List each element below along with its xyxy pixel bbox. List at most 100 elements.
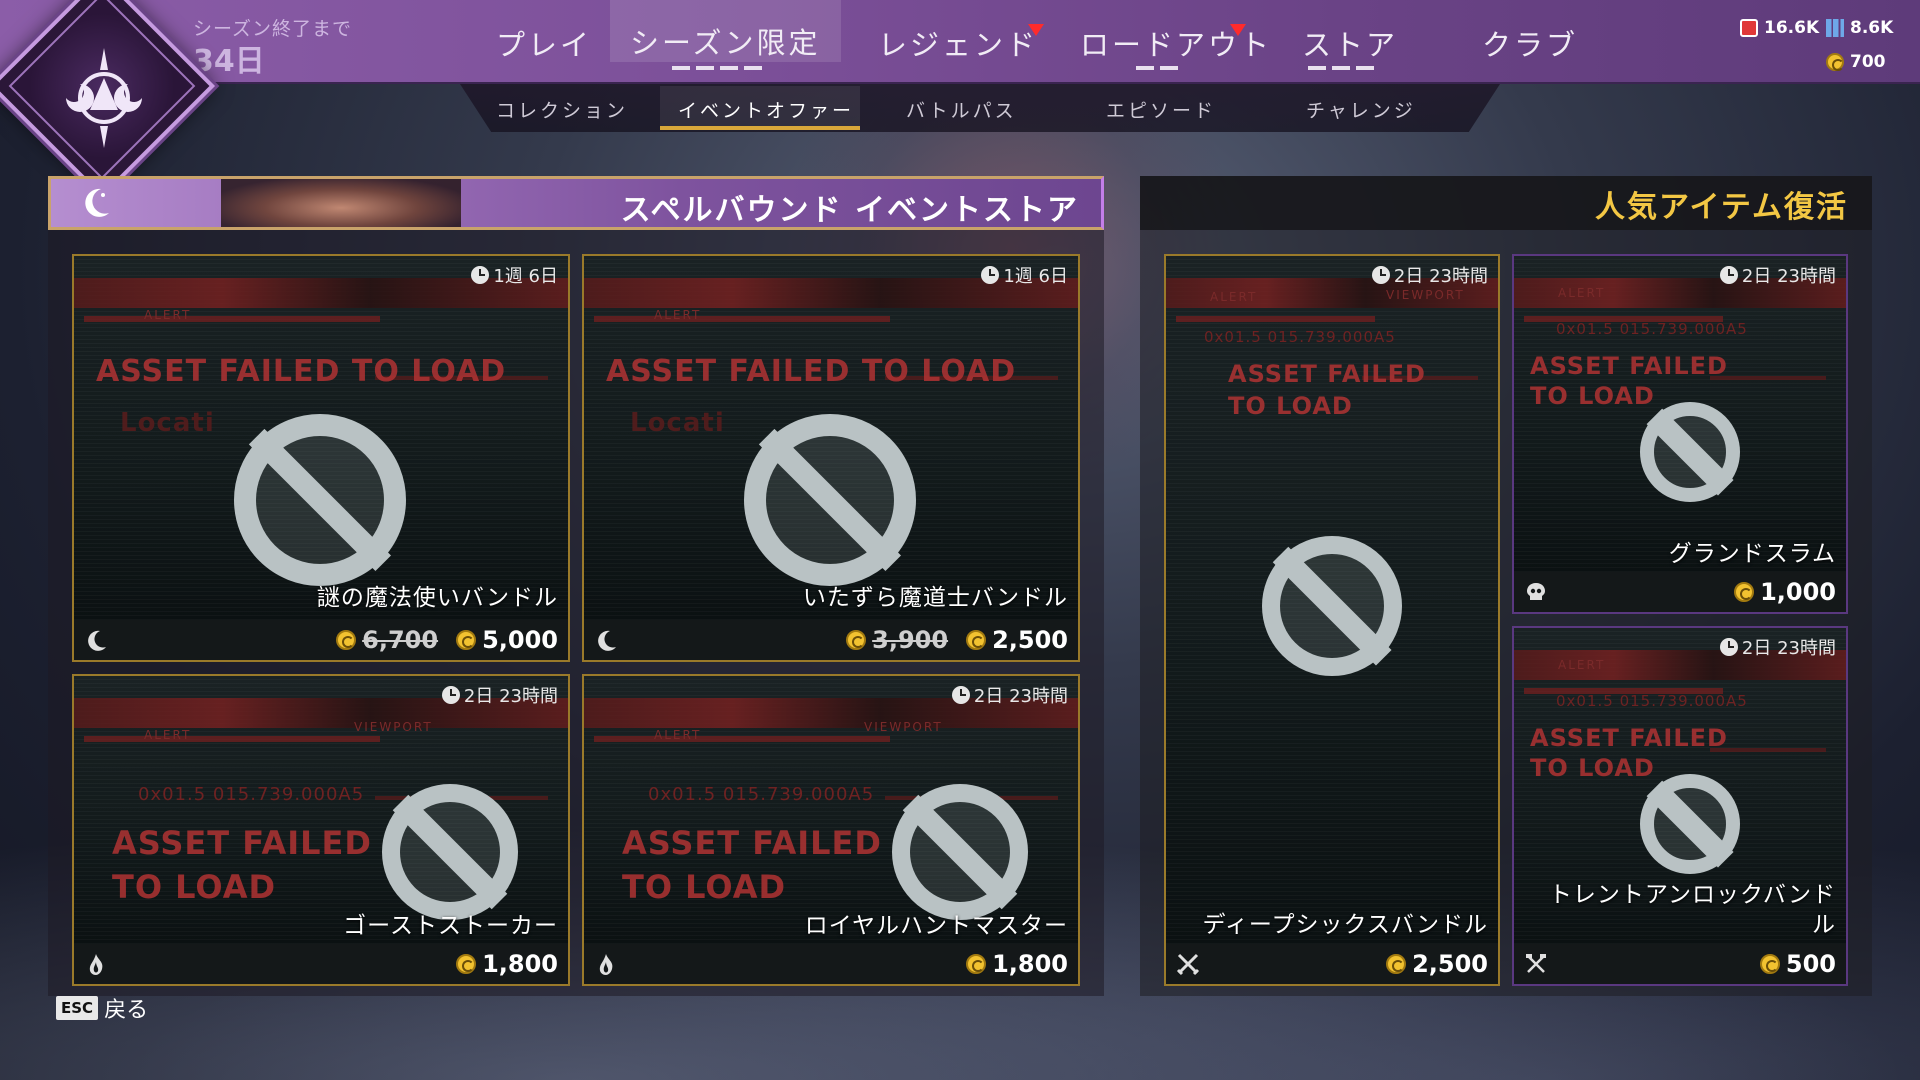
- item-price: 2,500: [1386, 950, 1488, 978]
- item-timer: 2日 23時間: [441, 682, 558, 708]
- item-name: ロイヤルハントマスター: [804, 913, 1068, 939]
- art-code-text: 0x01.5 015.739.000A5: [1556, 320, 1748, 338]
- art-code-text: 0x01.5 015.739.000A5: [1556, 692, 1748, 710]
- nav-season-limited-indicator: [672, 66, 762, 70]
- subnav-event-offers[interactable]: イベントオファー: [678, 96, 854, 123]
- art-code-text: 0x01.5 015.739.000A5: [1204, 328, 1396, 346]
- nav-store[interactable]: ストア: [1302, 22, 1398, 64]
- art-error-line2: TO LOAD: [1228, 392, 1353, 420]
- item-timer: 2日 23時間: [1719, 634, 1836, 660]
- crafting-metals: 8.6K: [1826, 18, 1893, 38]
- item-price-value: 1,800: [482, 950, 558, 978]
- unavailable-icon: [744, 414, 916, 586]
- item-art-placeholder: ALERT 0x01.5 015.739.000A5 ASSET FAILED …: [1514, 256, 1846, 572]
- apex-coin-icon: [456, 630, 477, 650]
- item-name: 謎の魔法使いバンドル: [316, 585, 558, 611]
- top-navigation-bar: シーズン終了まで 34日 プレイ シーズン限定 レジェンド ロードアウト ストア…: [0, 0, 1920, 84]
- item-price: 3,900 2,500: [846, 626, 1068, 654]
- item-footer: 1,800: [584, 944, 1078, 984]
- clock-icon: [1719, 266, 1738, 284]
- store-item-card[interactable]: ALERT VIEWPORT 0x01.5 015.739.000A5 ASSE…: [582, 674, 1080, 986]
- item-price: 1,800: [966, 950, 1068, 978]
- esc-key-icon: ESC: [56, 996, 99, 1020]
- event-header-portrait: [221, 179, 461, 227]
- unavailable-icon: [892, 784, 1028, 920]
- nav-legends[interactable]: レジェンド: [878, 22, 1038, 64]
- item-original-price-value: 6,700: [362, 626, 439, 654]
- store-item-card[interactable]: ALERT 0x01.5 015.739.000A5 ASSET FAILED …: [1512, 254, 1848, 614]
- store-item-card[interactable]: ALERT 0x01.5 015.739.000A5 ASSET FAILED …: [1512, 626, 1848, 986]
- item-name: トレントアンロックバンドル: [1548, 882, 1836, 938]
- art-alert-text: ALERT: [1558, 658, 1606, 672]
- item-price-value: 500: [1785, 950, 1836, 978]
- item-timer-text: 2日 23時間: [1393, 266, 1488, 287]
- art-error-line1: ASSET FAILED: [1530, 352, 1728, 380]
- item-price-value: 1,800: [992, 950, 1068, 978]
- nav-play[interactable]: プレイ: [496, 22, 592, 64]
- apex-coin-icon: [966, 954, 987, 974]
- item-timer: 2日 23時間: [951, 682, 1068, 708]
- art-alert-text: ALERT: [1558, 286, 1606, 300]
- nav-season-limited[interactable]: シーズン限定: [610, 0, 841, 62]
- nav-store-indicator: [1308, 66, 1374, 70]
- back-button[interactable]: ESC 戻る: [56, 992, 148, 1024]
- item-timer: 1週 6日: [981, 262, 1068, 288]
- item-footer: 6,700 5,000: [74, 620, 568, 660]
- item-price: 500: [1759, 950, 1836, 978]
- apex-coin-icon: [336, 630, 357, 650]
- item-art-placeholder: ALERT ASSET FAILED TO LOAD Locati: [584, 256, 1078, 620]
- item-footer: 500: [1514, 944, 1846, 984]
- subnav-challenges[interactable]: チャレンジ: [1306, 96, 1416, 123]
- item-footer: 2,500: [1166, 944, 1498, 984]
- item-art-placeholder: ALERT VIEWPORT 0x01.5 015.739.000A5 ASSE…: [584, 676, 1078, 944]
- art-error-line1: ASSET FAILED: [1530, 724, 1728, 752]
- crossed-tools-icon: [1526, 954, 1546, 973]
- store-item-card[interactable]: ALERT ASSET FAILED TO LOAD Locati 1週 6日 …: [72, 254, 570, 662]
- item-original-price-value: 3,900: [872, 626, 949, 654]
- item-footer: 3,900 2,500: [584, 620, 1078, 660]
- clock-icon: [471, 266, 490, 284]
- apex-coin-icon: [1734, 582, 1755, 602]
- item-name: グランドスラム: [1668, 541, 1836, 567]
- item-timer: 2日 23時間: [1371, 262, 1488, 288]
- art-viewport-text: VIEWPORT: [864, 720, 943, 734]
- item-timer: 2日 23時間: [1719, 262, 1836, 288]
- subnav-collection[interactable]: コレクション: [496, 96, 628, 123]
- subnav-episode[interactable]: エピソード: [1106, 96, 1216, 123]
- unavailable-icon: [234, 414, 406, 586]
- crescent-moon-icon: [88, 630, 106, 651]
- nav-club[interactable]: クラブ: [1482, 22, 1578, 64]
- store-item-card[interactable]: ALERT VIEWPORT 0x01.5 015.739.000A5 ASSE…: [1164, 254, 1500, 986]
- item-original-price: 6,700: [336, 626, 438, 654]
- art-viewport-text: VIEWPORT: [354, 720, 433, 734]
- apex-coins-value: 700: [1850, 52, 1886, 72]
- subnav-battle-pass[interactable]: バトルパス: [906, 96, 1017, 123]
- store-item-card[interactable]: ALERT VIEWPORT 0x01.5 015.739.000A5 ASSE…: [72, 674, 570, 986]
- apex-coin-icon: [966, 630, 987, 650]
- art-error-text: ASSET FAILED TO LOAD: [96, 354, 507, 389]
- item-timer: 1週 6日: [471, 262, 558, 288]
- item-art-placeholder: ALERT VIEWPORT 0x01.5 015.739.000A5 ASSE…: [74, 676, 568, 944]
- item-art-placeholder: ALERT VIEWPORT 0x01.5 015.739.000A5 ASSE…: [1166, 256, 1498, 944]
- art-error-line2: TO LOAD: [112, 868, 277, 906]
- item-name: ゴーストストーカー: [343, 913, 558, 939]
- art-error-line2: TO LOAD: [1530, 754, 1655, 782]
- item-price-value: 1,000: [1760, 578, 1836, 606]
- item-price: 6,700 5,000: [336, 626, 558, 654]
- legend-token-icon: [1740, 19, 1758, 37]
- art-error-line1: ASSET FAILED: [112, 824, 372, 862]
- crescent-moon-icon: [598, 630, 616, 651]
- art-alert-text: ALERT: [144, 308, 192, 322]
- popular-items-header: 人気アイテム復活: [1140, 176, 1872, 230]
- store-item-card[interactable]: ALERT ASSET FAILED TO LOAD Locati 1週 6日 …: [582, 254, 1080, 662]
- crescent-moon-icon: [85, 188, 109, 217]
- unavailable-icon: [1640, 402, 1740, 502]
- back-label: 戻る: [104, 998, 149, 1023]
- season-emblem-icon: [66, 48, 142, 148]
- legend-tokens-value: 16.6K: [1764, 18, 1820, 38]
- art-alert-text: ALERT: [1210, 290, 1258, 304]
- season-days-remaining: 34日: [193, 44, 265, 79]
- apex-coins: 700: [1826, 52, 1886, 72]
- art-error-text: ASSET FAILED TO LOAD: [606, 354, 1017, 389]
- art-code-text: 0x01.5 015.739.000A5: [648, 784, 875, 805]
